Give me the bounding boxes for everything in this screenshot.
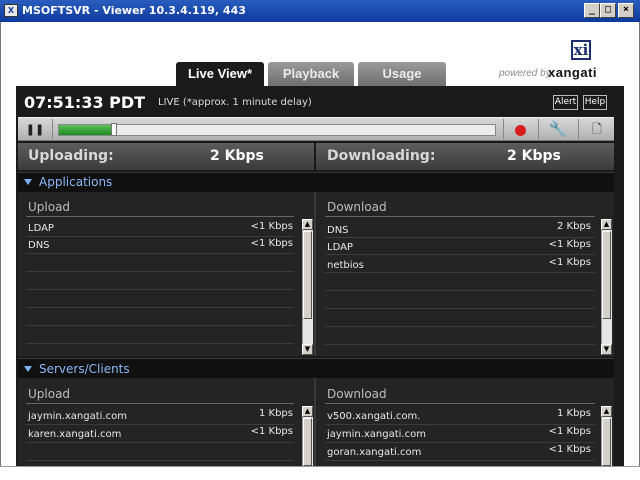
row-separator — [325, 326, 595, 327]
row-separator — [26, 343, 294, 344]
uploading-label: Uploading: — [28, 148, 114, 164]
servers-download-title: Download — [327, 387, 387, 401]
list-item-rate: 1 Kbps — [258, 408, 293, 419]
scroll-thumb[interactable] — [602, 418, 611, 466]
row-separator — [325, 272, 595, 273]
applications-label[interactable]: Applications — [39, 175, 112, 189]
collapse-triangle-icon[interactable] — [24, 366, 32, 372]
list-item-name: netbios — [327, 260, 364, 271]
row-separator — [325, 442, 595, 443]
row-separator — [26, 253, 294, 254]
list-item-name: goran.xangati.com — [327, 447, 422, 458]
list-item-rate: <1 Kbps — [548, 257, 591, 268]
collapse-triangle-icon[interactable] — [24, 179, 32, 185]
window-title: MSOFTSVR - Viewer 10.3.4.119, 443 — [22, 4, 246, 17]
row-separator — [26, 236, 294, 237]
wrench-icon[interactable]: 🔧 — [548, 120, 568, 138]
row-separator — [26, 424, 294, 425]
window-frame-bottom — [0, 466, 640, 480]
window-frame-right — [624, 22, 640, 466]
toolbar-divider — [503, 119, 504, 139]
document-icon[interactable]: 🗋 — [590, 121, 604, 137]
scroll-down-icon[interactable]: ▼ — [302, 344, 313, 355]
window-frame-left — [0, 22, 16, 466]
list-item-name: karen.xangati.com — [28, 429, 122, 440]
playback-progress-fill — [59, 125, 113, 135]
row-separator — [325, 424, 595, 425]
list-item-name: LDAP — [327, 242, 353, 253]
toolbar-divider — [578, 119, 579, 139]
list-item-rate: 1 Kbps — [556, 408, 591, 419]
scroll-thumb[interactable] — [303, 418, 312, 466]
xangati-logo-icon: xi — [571, 40, 591, 60]
list-item-rate: <1 Kbps — [548, 426, 591, 437]
tab-playback[interactable]: Playback — [268, 62, 354, 86]
row-separator — [26, 325, 294, 326]
app-icon: X — [4, 4, 18, 17]
tab-live-view[interactable]: Live View* — [176, 62, 264, 86]
row-separator — [325, 344, 595, 345]
live-delay-note: LIVE (*approx. 1 minute delay) — [158, 97, 312, 108]
applications-upload-title: Upload — [28, 200, 71, 214]
brand-name: xangati — [548, 65, 598, 80]
list-item-name: DNS — [28, 240, 50, 251]
pane-title-rule — [325, 216, 595, 217]
list-item-rate: 2 Kbps — [556, 221, 591, 232]
window-title-bar: X MSOFTSVR - Viewer 10.3.4.119, 443 _ □ … — [0, 0, 640, 22]
downloading-value: 2 Kbps — [507, 148, 561, 164]
pause-icon[interactable]: ❚❚ — [24, 121, 46, 138]
scroll-up-icon[interactable]: ▲ — [302, 219, 313, 230]
row-separator — [325, 237, 595, 238]
list-item-rate: <1 Kbps — [548, 239, 591, 250]
servers-upload-title: Upload — [28, 387, 71, 401]
powered-by-text: powered by — [499, 68, 551, 79]
list-item-name: DNS — [327, 225, 349, 236]
pane-title-rule — [325, 403, 595, 404]
tab-usage[interactable]: Usage — [358, 62, 446, 86]
list-item-name: LDAP — [28, 223, 54, 234]
minimize-button[interactable]: _ — [584, 3, 600, 18]
current-time: 07:51:33 PDT — [24, 93, 146, 112]
scroll-up-icon[interactable]: ▲ — [601, 406, 612, 417]
pane-title-rule — [26, 216, 294, 217]
scroll-thumb[interactable] — [303, 231, 312, 319]
close-button[interactable]: × — [618, 3, 634, 18]
list-item-rate: <1 Kbps — [250, 426, 293, 437]
row-separator — [325, 460, 595, 461]
list-item-rate: <1 Kbps — [250, 238, 293, 249]
row-separator — [325, 254, 595, 255]
row-separator — [325, 308, 595, 309]
toolbar-divider — [52, 119, 53, 139]
row-separator — [26, 289, 294, 290]
downloading-label: Downloading: — [327, 148, 436, 164]
playback-progress-handle[interactable] — [111, 123, 117, 136]
servers-clients-label[interactable]: Servers/Clients — [39, 362, 130, 376]
applications-download-title: Download — [327, 200, 387, 214]
toolbar-divider — [538, 119, 539, 139]
scroll-down-icon[interactable]: ▼ — [601, 344, 612, 355]
row-separator — [26, 307, 294, 308]
row-separator — [325, 290, 595, 291]
record-icon[interactable] — [515, 125, 526, 136]
scroll-thumb[interactable] — [602, 231, 611, 319]
list-item-name: jaymin.xangati.com — [28, 411, 127, 422]
scroll-up-icon[interactable]: ▲ — [601, 219, 612, 230]
row-separator — [26, 442, 294, 443]
pane-title-rule — [26, 403, 294, 404]
list-item-rate: <1 Kbps — [548, 444, 591, 455]
playback-progress-track[interactable] — [58, 124, 496, 136]
list-item-name: jaymin.xangati.com — [327, 429, 426, 440]
alert-button[interactable]: Alert — [553, 95, 578, 110]
row-separator — [26, 271, 294, 272]
list-item-rate: <1 Kbps — [250, 221, 293, 232]
maximize-button[interactable]: □ — [600, 3, 616, 18]
scroll-up-icon[interactable]: ▲ — [302, 406, 313, 417]
help-button[interactable]: Help — [583, 95, 607, 110]
list-item-name: v500.xangati.com. — [327, 411, 421, 422]
uploading-value: 2 Kbps — [210, 148, 264, 164]
row-separator — [26, 460, 294, 461]
